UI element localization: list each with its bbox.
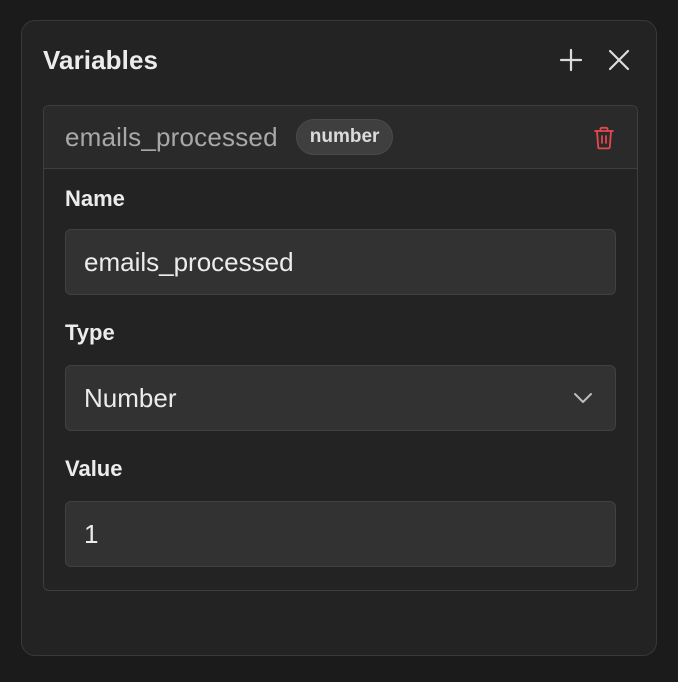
variable-card: emails_processed number Name emails_proc… bbox=[43, 105, 638, 591]
panel-title: Variables bbox=[43, 44, 159, 75]
value-input[interactable]: 1 bbox=[65, 501, 616, 567]
chevron-down-icon bbox=[573, 392, 593, 404]
header-actions bbox=[558, 47, 632, 73]
delete-variable-button[interactable] bbox=[592, 125, 616, 151]
plus-icon bbox=[559, 48, 583, 72]
name-input[interactable]: emails_processed bbox=[65, 229, 616, 295]
variables-panel: Variables emails_processed number Name e… bbox=[21, 20, 657, 656]
close-icon bbox=[608, 49, 630, 71]
name-field-label: Name bbox=[65, 186, 125, 211]
close-panel-button[interactable] bbox=[606, 47, 632, 73]
panel-header: Variables bbox=[43, 43, 632, 77]
type-select-value: Number bbox=[84, 382, 177, 413]
add-variable-button[interactable] bbox=[558, 47, 584, 73]
type-field-label: Type bbox=[65, 320, 115, 345]
type-select[interactable]: Number bbox=[65, 365, 616, 431]
variable-name-heading: emails_processed bbox=[65, 121, 278, 152]
trash-icon bbox=[594, 126, 614, 150]
value-field-label: Value bbox=[65, 456, 123, 481]
variable-type-badge: number bbox=[295, 119, 394, 155]
variable-card-header[interactable]: emails_processed number bbox=[44, 106, 637, 169]
